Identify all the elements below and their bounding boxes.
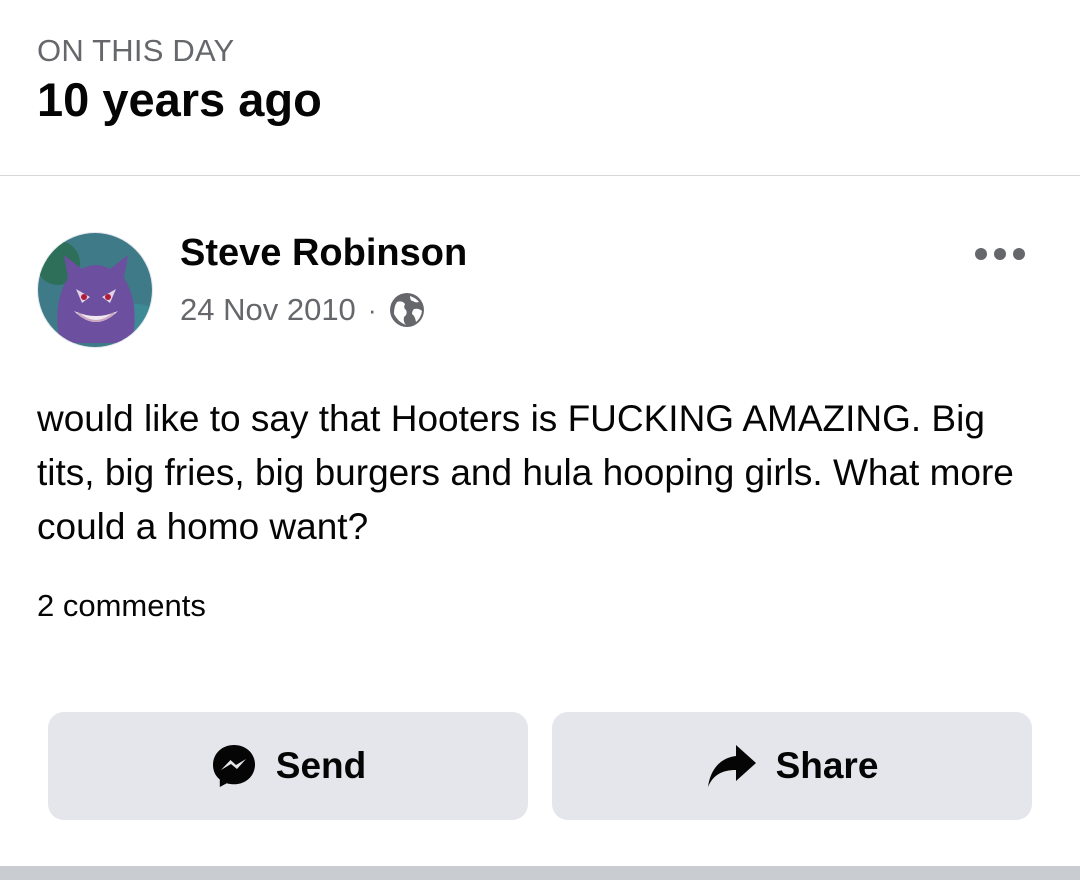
post-body-text: would like to say that Hooters is FUCKIN… (37, 398, 1014, 547)
comments-count-link[interactable]: 2 comments (37, 588, 206, 624)
meta-separator: · (367, 294, 377, 325)
years-ago-title: 10 years ago (37, 73, 322, 126)
globe-icon (390, 293, 425, 327)
ghost-character-avatar-icon (38, 233, 152, 347)
more-options-button[interactable] (968, 236, 1032, 272)
more-options-icon (975, 248, 1025, 260)
send-button[interactable]: Send (48, 712, 528, 820)
post-date[interactable]: 24 Nov 2010 (180, 292, 356, 328)
send-label: Send (275, 745, 367, 786)
messenger-icon (212, 745, 255, 787)
post-meta: 24 Nov 2010 · (180, 290, 426, 330)
on-this-day-label: ON THIS DAY (37, 33, 235, 68)
share-button[interactable]: Share (552, 712, 1032, 820)
memories-header: ON THIS DAY 10 years ago (0, 0, 1080, 176)
section-divider-bar (0, 866, 1080, 880)
share-arrow-icon (707, 745, 756, 787)
share-label: Share (775, 745, 879, 786)
post-author-name[interactable]: Steve Robinson (180, 232, 467, 275)
avatar[interactable] (37, 232, 153, 348)
